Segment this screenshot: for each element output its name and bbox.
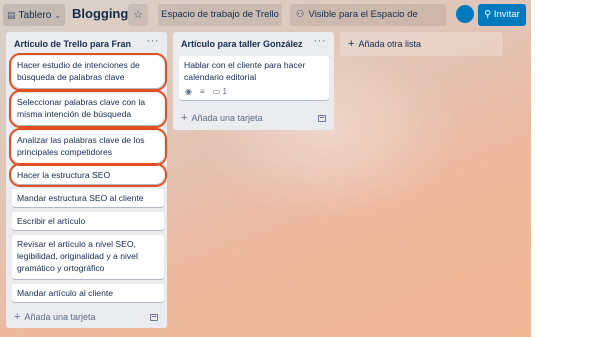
list-menu-button[interactable]: ···	[314, 35, 327, 47]
plus-icon: +	[348, 38, 355, 50]
list-menu-button[interactable]: ···	[147, 35, 160, 47]
avatar[interactable]	[456, 5, 474, 23]
workspace-button[interactable]: Espacio de trabajo de Trello	[158, 4, 282, 26]
board-header: ▤ Tablero ⌄ Blogging ☆ Espacio de trabaj…	[0, 0, 531, 42]
card-badges: ◉ ≡ ▭ 1	[185, 86, 227, 98]
comment-icon: ▭	[212, 87, 221, 96]
board-icon: ▤	[7, 9, 16, 20]
plus-icon: +	[181, 112, 188, 124]
card-title: Analizar las palabras clave de los princ…	[17, 135, 145, 157]
card-title: Hacer estudio de intenciones de búsqueda…	[17, 60, 140, 82]
list-card[interactable]: Analizar las palabras clave de los princ…	[9, 128, 167, 166]
list-2: Artículo para taller González ··· Hablar…	[173, 32, 334, 130]
add-card-button[interactable]: + Añada una tarjeta	[14, 311, 96, 323]
card-title: Hacer la estructura SEO	[17, 170, 111, 180]
visibility-button[interactable]: ⚇Visible para el Espacio de trabajo	[290, 4, 446, 42]
comment-badge: ▭ 1	[213, 86, 227, 98]
list-title[interactable]: Artículo para taller González	[181, 39, 303, 49]
card-title: Seleccionar palabras clave con la misma …	[17, 97, 146, 119]
list-card[interactable]: Escribir el artículo	[12, 212, 164, 230]
list-card[interactable]: Hacer la estructura SEO	[9, 163, 167, 187]
list-card[interactable]: Mandar estructura SEO al cliente	[12, 189, 164, 207]
add-card-button[interactable]: + Añada una tarjeta	[181, 112, 263, 124]
invite-label: Invitar	[493, 9, 520, 20]
add-card-label: Añada una tarjeta	[191, 113, 263, 123]
add-list-button[interactable]: + Añada otra lista	[340, 32, 503, 56]
list-card[interactable]: Hablar con el cliente para hacer calenda…	[179, 56, 329, 100]
view-switcher-label: Tablero	[18, 9, 52, 21]
add-card-label: Añada una tarjeta	[24, 312, 96, 322]
eye-icon: ◉	[185, 87, 192, 96]
list-card[interactable]: Seleccionar palabras clave con la misma …	[9, 90, 167, 128]
list-card[interactable]: Revisar el artículo a nivel SEO, legibil…	[12, 235, 164, 279]
people-icon: ⚇	[296, 9, 305, 20]
star-button[interactable]: ☆	[128, 4, 148, 26]
card-title: Mandar estructura SEO al cliente	[17, 193, 144, 203]
comment-count: 1	[222, 87, 227, 96]
card-template-icon[interactable]	[318, 115, 326, 122]
chevron-down-icon: ⌄	[54, 10, 62, 20]
star-icon: ☆	[133, 9, 143, 21]
list-1: Artículo de Trello para Fran ··· Hacer e…	[6, 32, 167, 328]
invite-button[interactable]: ⚲ Invitar	[478, 4, 526, 26]
add-list-label: Añada otra lista	[358, 39, 421, 49]
description-icon: ≡	[199, 87, 205, 96]
list-card[interactable]: Mandar artículo al cliente	[12, 284, 164, 302]
card-title: Escribir el artículo	[17, 216, 86, 226]
person-add-icon: ⚲	[484, 9, 492, 20]
card-title: Mandar artículo al cliente	[17, 288, 114, 298]
list-header: Artículo de Trello para Fran ···	[6, 32, 167, 54]
board-canvas: ▤ Tablero ⌄ Blogging ☆ Espacio de trabaj…	[0, 0, 531, 337]
card-template-icon[interactable]	[150, 314, 158, 321]
card-title: Revisar el artículo a nivel SEO, legibil…	[17, 239, 138, 273]
board-title[interactable]: Blogging	[72, 6, 128, 21]
list-card[interactable]: Hacer estudio de intenciones de búsqueda…	[9, 53, 167, 91]
view-switcher[interactable]: ▤ Tablero ⌄	[3, 4, 65, 26]
plus-icon: +	[14, 311, 21, 323]
list-header: Artículo para taller González ···	[173, 32, 334, 54]
card-title: Hablar con el cliente para hacer calenda…	[184, 60, 306, 82]
list-title[interactable]: Artículo de Trello para Fran	[14, 39, 131, 49]
